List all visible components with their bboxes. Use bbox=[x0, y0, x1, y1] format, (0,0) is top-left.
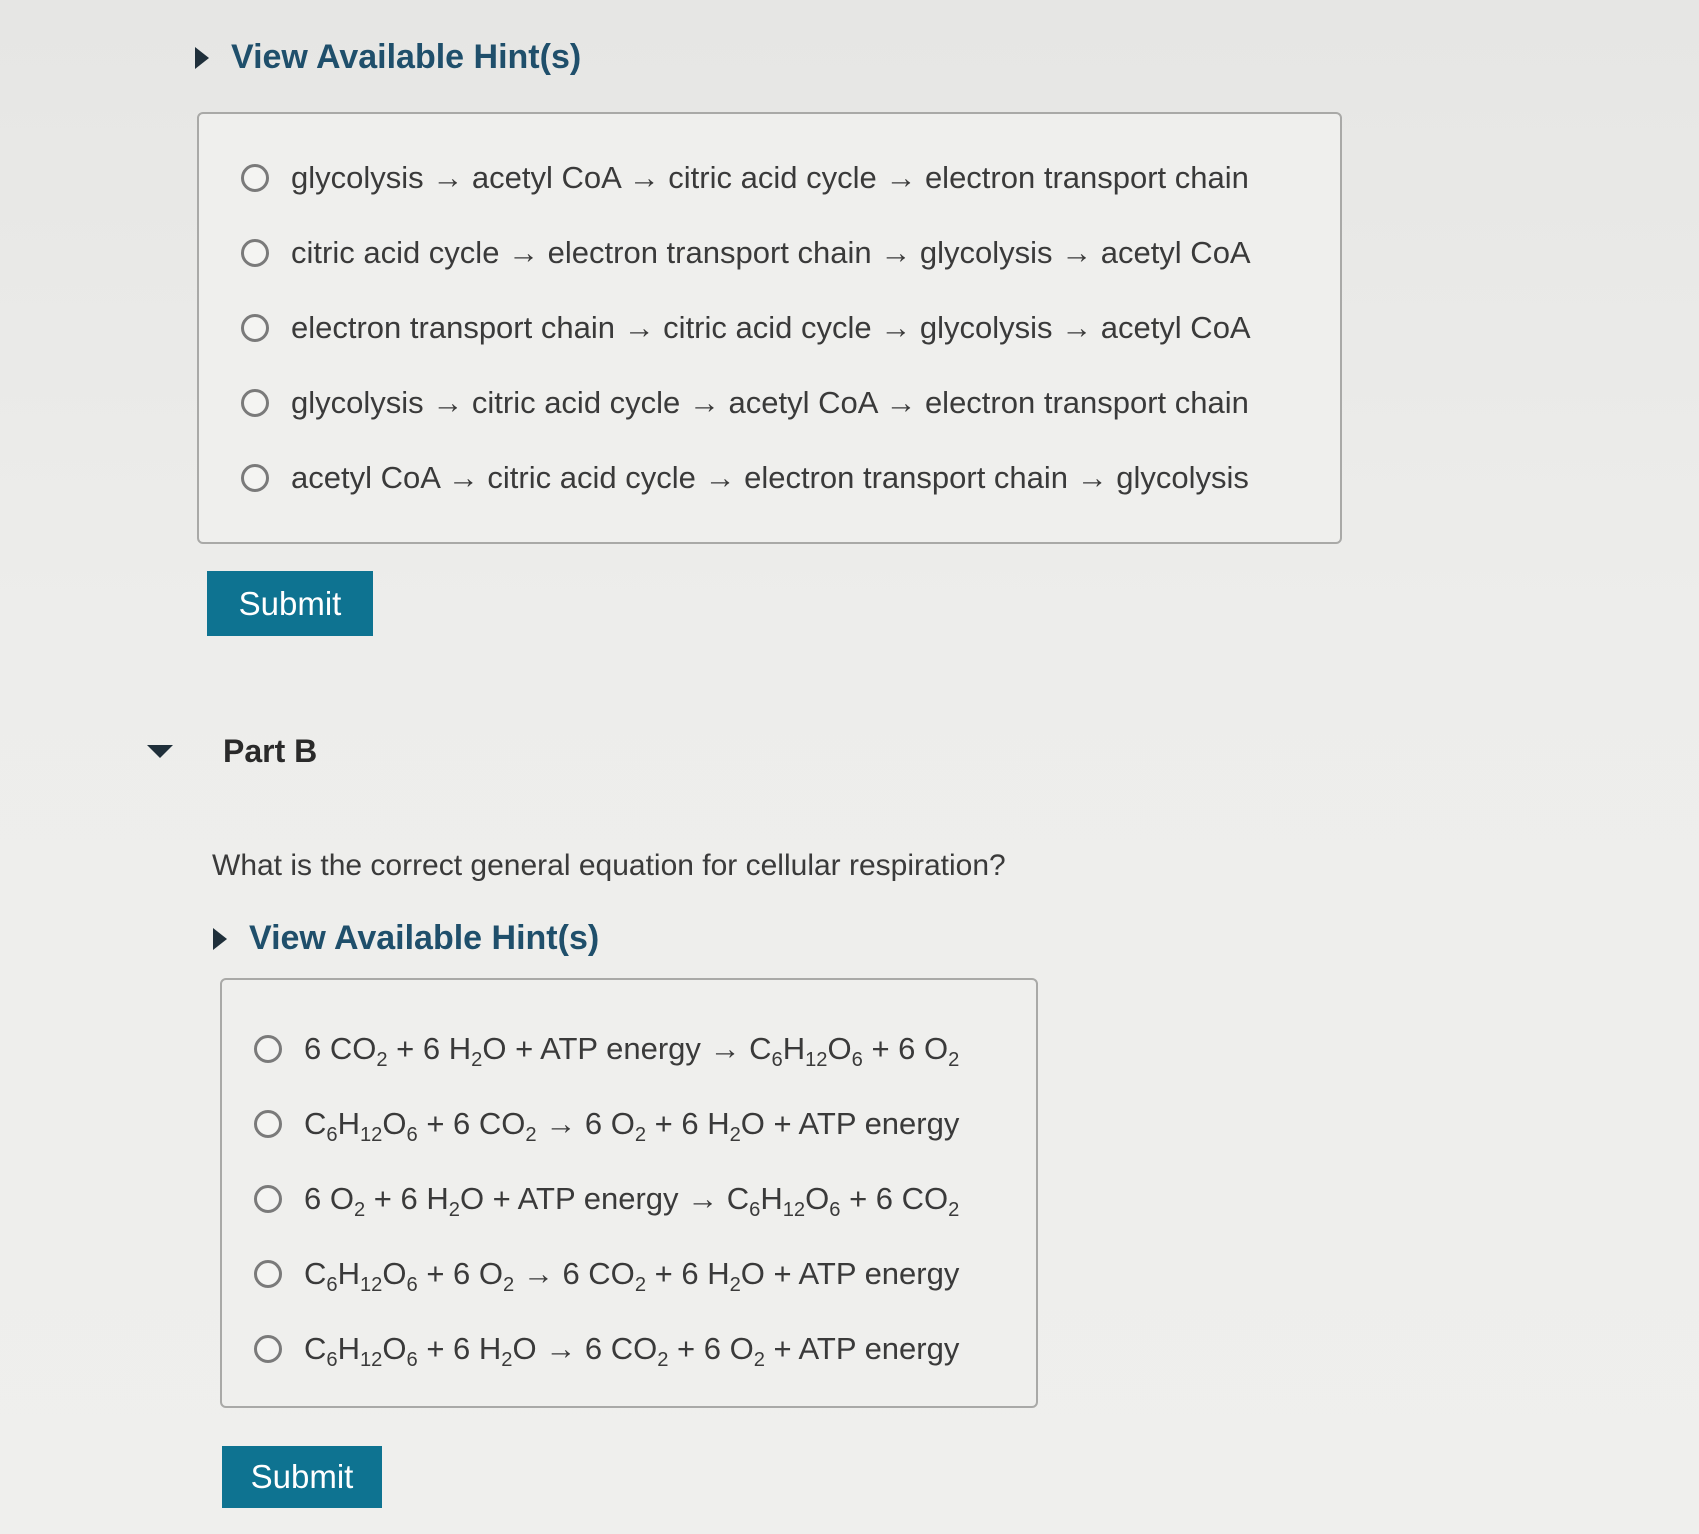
part-b-choices-box: 6 CO2 + 6 H2O + ATP energy → C6H12O6 + 6… bbox=[220, 978, 1038, 1408]
choice-a-2[interactable]: citric acid cycle → electron transport c… bbox=[241, 215, 1340, 290]
choice-label: C6H12O6 + 6 CO2 → 6 O2 + 6 H2O + ATP ene… bbox=[304, 1105, 960, 1146]
radio-button-icon[interactable] bbox=[241, 238, 269, 267]
choice-a-4[interactable]: glycolysis → citric acid cycle → acetyl … bbox=[241, 365, 1340, 440]
part-b-hint-toggle[interactable]: View Available Hint(s) bbox=[213, 919, 599, 958]
choice-label: glycolysis → acetyl CoA → citric acid cy… bbox=[291, 159, 1249, 195]
part-a-submit-button[interactable]: Submit bbox=[207, 571, 373, 636]
choice-label: 6 O2 + 6 H2O + ATP energy → C6H12O6 + 6 … bbox=[304, 1180, 960, 1221]
part-b-header[interactable]: Part B bbox=[147, 733, 317, 770]
expand-arrow-icon bbox=[195, 46, 209, 69]
part-b-submit-button[interactable]: Submit bbox=[222, 1446, 382, 1508]
radio-button-icon[interactable] bbox=[254, 1259, 282, 1288]
hint-label: View Available Hint(s) bbox=[249, 919, 600, 957]
expand-arrow-icon bbox=[213, 927, 227, 950]
page: View Available Hint(s) glycolysis → acet… bbox=[0, 0, 1699, 1534]
choice-b-5[interactable]: C6H12O6 + 6 H2O → 6 CO2 + 6 O2 + ATP ene… bbox=[254, 1311, 1036, 1386]
part-a-choices-box: glycolysis → acetyl CoA → citric acid cy… bbox=[197, 112, 1342, 544]
collapse-arrow-icon bbox=[147, 745, 173, 758]
part-a-hint-toggle[interactable]: View Available Hint(s) bbox=[195, 38, 581, 77]
choice-label: citric acid cycle → electron transport c… bbox=[291, 234, 1251, 270]
choice-a-3[interactable]: electron transport chain → citric acid c… bbox=[241, 290, 1340, 365]
choice-label: glycolysis → citric acid cycle → acetyl … bbox=[291, 384, 1249, 420]
radio-button-icon[interactable] bbox=[254, 1184, 282, 1213]
radio-button-icon[interactable] bbox=[254, 1334, 282, 1363]
radio-button-icon[interactable] bbox=[241, 313, 269, 342]
choice-b-2[interactable]: C6H12O6 + 6 CO2 → 6 O2 + 6 H2O + ATP ene… bbox=[254, 1086, 1036, 1161]
choice-label: electron transport chain → citric acid c… bbox=[291, 309, 1251, 345]
choice-b-1[interactable]: 6 CO2 + 6 H2O + ATP energy → C6H12O6 + 6… bbox=[254, 1011, 1036, 1086]
radio-button-icon[interactable] bbox=[241, 463, 269, 492]
radio-button-icon[interactable] bbox=[254, 1109, 282, 1138]
choice-a-1[interactable]: glycolysis → acetyl CoA → citric acid cy… bbox=[241, 140, 1340, 215]
radio-button-icon[interactable] bbox=[241, 163, 269, 192]
choice-b-3[interactable]: 6 O2 + 6 H2O + ATP energy → C6H12O6 + 6 … bbox=[254, 1161, 1036, 1236]
part-title: Part B bbox=[223, 733, 318, 769]
choice-label: acetyl CoA → citric acid cycle → electro… bbox=[291, 459, 1249, 495]
hint-label: View Available Hint(s) bbox=[231, 38, 582, 76]
choice-a-5[interactable]: acetyl CoA → citric acid cycle → electro… bbox=[241, 440, 1340, 515]
radio-button-icon[interactable] bbox=[254, 1034, 282, 1063]
choice-b-4[interactable]: C6H12O6 + 6 O2 → 6 CO2 + 6 H2O + ATP ene… bbox=[254, 1236, 1036, 1311]
choice-label: 6 CO2 + 6 H2O + ATP energy → C6H12O6 + 6… bbox=[304, 1030, 960, 1071]
choice-label: C6H12O6 + 6 O2 → 6 CO2 + 6 H2O + ATP ene… bbox=[304, 1255, 960, 1296]
question-text: What is the correct general equation for… bbox=[212, 849, 1006, 882]
radio-button-icon[interactable] bbox=[241, 388, 269, 417]
choice-label: C6H12O6 + 6 H2O → 6 CO2 + 6 O2 + ATP ene… bbox=[304, 1330, 960, 1371]
